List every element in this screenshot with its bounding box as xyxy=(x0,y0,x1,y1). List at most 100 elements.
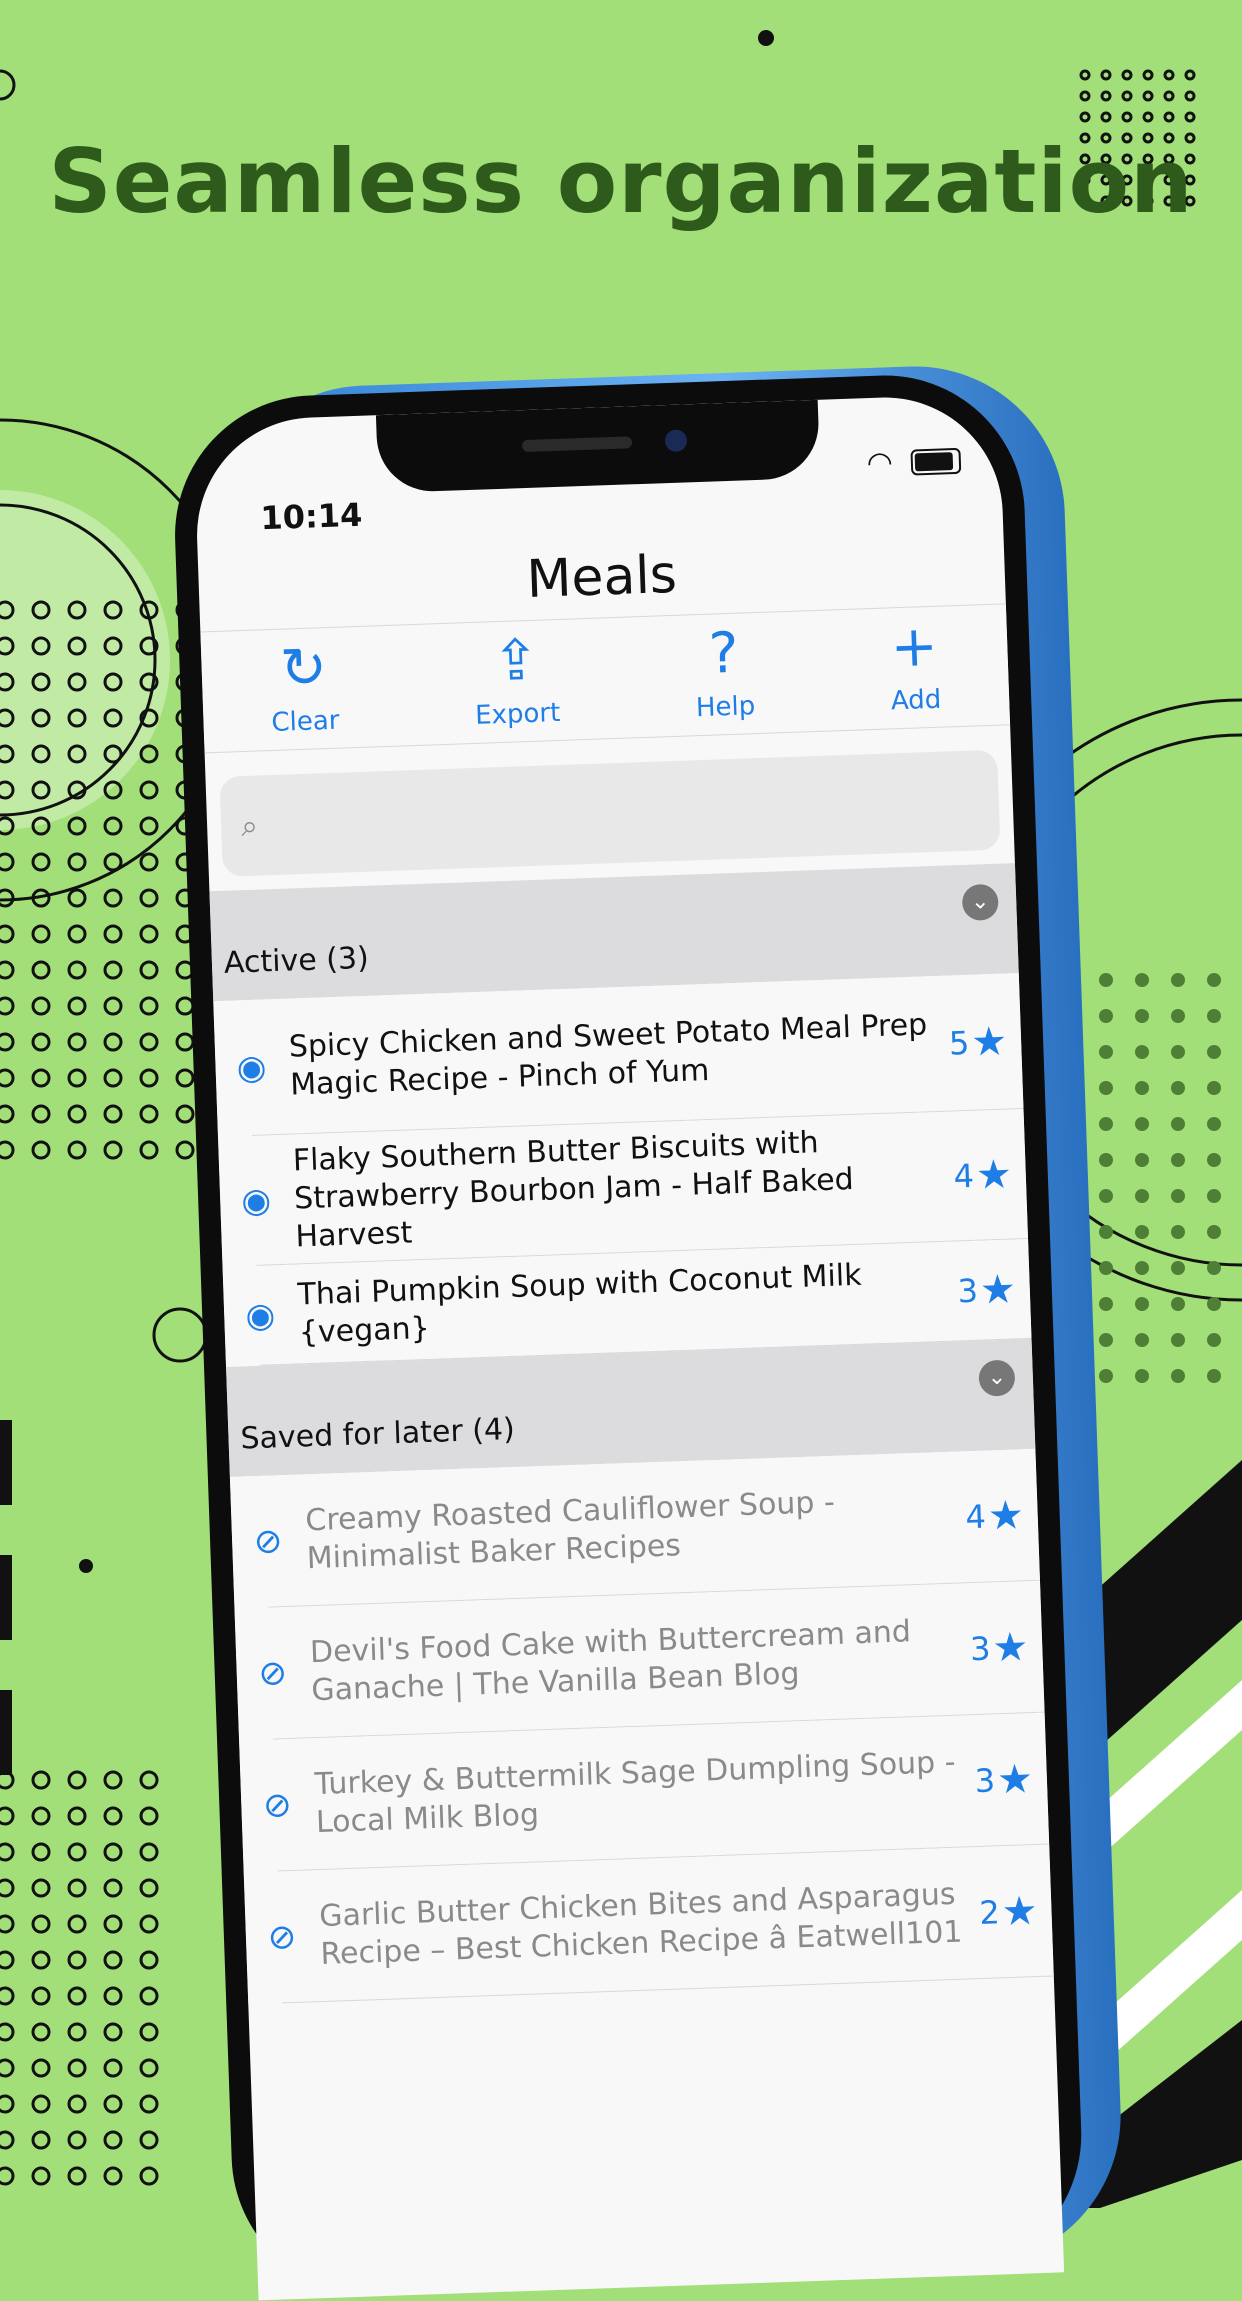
add-button[interactable]: + Add xyxy=(888,614,942,717)
decor-dot xyxy=(103,1032,123,1052)
rating[interactable]: 4 ★ xyxy=(965,1492,1025,1540)
rating[interactable]: 5 ★ xyxy=(948,1019,1008,1067)
eye-slash-icon[interactable]: ⊘ xyxy=(255,1785,300,1827)
star-icon: ★ xyxy=(975,1151,1013,1199)
decor-dot xyxy=(0,1878,15,1898)
decor-dot xyxy=(103,852,123,872)
decor-dot xyxy=(1171,1369,1185,1383)
decor-dot xyxy=(1121,111,1133,123)
decor-dot xyxy=(103,2094,123,2114)
decor-dot xyxy=(1207,1153,1221,1167)
toolbar: ↻ Clear ⇪ Export ? Help + Add xyxy=(200,603,1011,754)
decor-dot xyxy=(1099,1225,1113,1239)
decor-dot xyxy=(31,1140,51,1160)
decor-dot xyxy=(1163,90,1175,102)
decor-dot xyxy=(67,1068,87,1088)
decor-dot xyxy=(139,780,159,800)
clear-label: Clear xyxy=(270,705,340,739)
rating-value: 3 xyxy=(974,1761,996,1801)
decor-dot xyxy=(1099,1009,1113,1023)
search-icon: ⌕ xyxy=(240,808,259,844)
eye-slash-icon[interactable]: ⊘ xyxy=(250,1653,295,1695)
decor-dot xyxy=(1099,1189,1113,1203)
decor-dot xyxy=(67,1878,87,1898)
decor-dot xyxy=(139,852,159,872)
star-icon: ★ xyxy=(991,1624,1030,1672)
decor-dot xyxy=(103,996,123,1016)
decor-dot xyxy=(139,996,159,1016)
decor-dot xyxy=(1207,1117,1221,1131)
decor-dot xyxy=(1099,1261,1113,1275)
decor-dot xyxy=(1207,1189,1221,1203)
decor-dot xyxy=(139,1842,159,1862)
decor-dot xyxy=(103,924,123,944)
refresh-icon: ↻ xyxy=(279,635,329,702)
decor-dot xyxy=(1099,1297,1113,1311)
eye-slash-icon[interactable]: ⊘ xyxy=(259,1917,304,1959)
decor-dot xyxy=(1207,1297,1221,1311)
search-input[interactable] xyxy=(271,782,1000,843)
decor-dot xyxy=(0,1950,15,1970)
decor-dot xyxy=(139,1032,159,1052)
rating-value: 4 xyxy=(964,1497,987,1537)
decor-dot xyxy=(31,1104,51,1124)
decor-dot xyxy=(139,1068,159,1088)
rating[interactable]: 3 ★ xyxy=(957,1266,1017,1314)
decor-dot xyxy=(1207,1045,1221,1059)
decor-dot xyxy=(67,996,87,1016)
decor-dot xyxy=(1079,90,1091,102)
decor-dot xyxy=(139,1104,159,1124)
decor-dot xyxy=(67,1950,87,1970)
decor-dot xyxy=(67,960,87,980)
rating-value: 3 xyxy=(969,1629,992,1669)
decor-dot xyxy=(31,1950,51,1970)
chevron-down-icon[interactable]: ⌄ xyxy=(978,1359,1016,1397)
meal-title: Turkey & Buttermilk Sage Dumpling Soup -… xyxy=(314,1744,957,1841)
decor-dot xyxy=(1135,1225,1149,1239)
decor-dot xyxy=(67,2058,87,2078)
decor-dot xyxy=(67,1770,87,1790)
eye-icon[interactable]: ◉ xyxy=(238,1295,283,1337)
export-button[interactable]: ⇪ Export xyxy=(472,627,561,731)
decor-dot xyxy=(31,1068,51,1088)
share-icon: ⇪ xyxy=(491,627,541,695)
clear-button[interactable]: ↻ Clear xyxy=(269,635,340,739)
decor-dot xyxy=(103,2058,123,2078)
decor-dot xyxy=(1171,973,1185,987)
help-button[interactable]: ? Help xyxy=(693,621,755,723)
decor-dot xyxy=(139,960,159,980)
decor-dot xyxy=(0,924,15,944)
decor-dot xyxy=(0,852,15,872)
decor-dot xyxy=(67,1140,87,1160)
star-icon: ★ xyxy=(979,1266,1017,1314)
rating[interactable]: 4 ★ xyxy=(953,1151,1013,1199)
rating[interactable]: 3 ★ xyxy=(969,1624,1029,1672)
chevron-down-icon[interactable]: ⌄ xyxy=(961,883,999,922)
decor-dot xyxy=(1121,90,1133,102)
decor-dot xyxy=(67,924,87,944)
eye-icon[interactable]: ◉ xyxy=(229,1047,274,1089)
decor-dot xyxy=(139,1986,159,2006)
search-bar[interactable]: ⌕ xyxy=(219,749,1001,877)
eye-slash-icon[interactable]: ⊘ xyxy=(245,1521,290,1563)
rating-value: 4 xyxy=(952,1156,975,1196)
app-screen: 10:14 ◠ Meals ↻ Clear ⇪ Export ? Help + … xyxy=(193,393,1065,2301)
list-item[interactable]: ⊘ Garlic Butter Chicken Bites and Aspara… xyxy=(243,1844,1054,2005)
decor-dot xyxy=(1135,1081,1149,1095)
decor-dot xyxy=(31,924,51,944)
decor-dot xyxy=(1099,1369,1113,1383)
decor-dot xyxy=(67,1842,87,1862)
decor-dot xyxy=(1099,1045,1113,1059)
decor-dot xyxy=(0,888,15,908)
decor-dot xyxy=(1171,1081,1185,1095)
eye-icon[interactable]: ◉ xyxy=(234,1180,279,1222)
decor-dot xyxy=(0,1140,15,1160)
rating[interactable]: 3 ★ xyxy=(974,1756,1034,1804)
decor-dot xyxy=(1099,1333,1113,1347)
decor-dot xyxy=(1135,1369,1149,1383)
decor-dot xyxy=(1171,1189,1185,1203)
decor-dot xyxy=(103,1878,123,1898)
rating[interactable]: 2 ★ xyxy=(979,1888,1039,1936)
star-icon: ★ xyxy=(987,1492,1025,1540)
decor-dot xyxy=(1135,1009,1149,1023)
